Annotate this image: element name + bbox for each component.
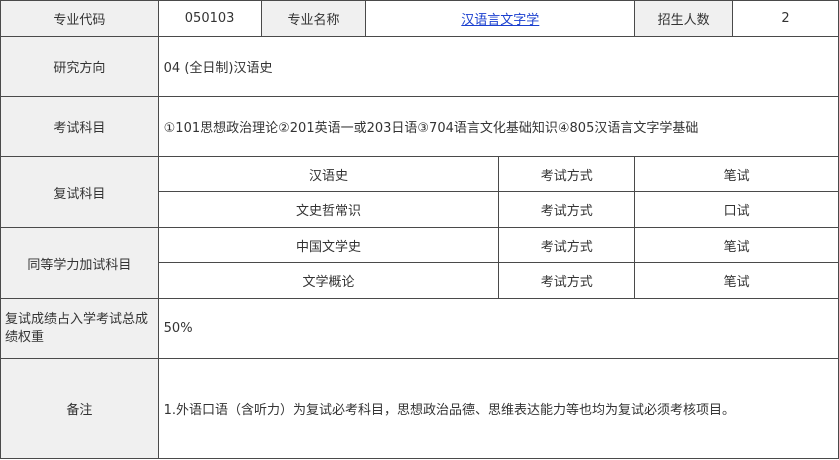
retest-subject: 文史哲常识	[157, 191, 500, 228]
major-name-label: 专业名称	[260, 0, 367, 37]
retest-weight-value: 50%	[157, 298, 839, 359]
extra-row: 同等学力加试科目 中国文学史 考试方式 笔试	[0, 227, 839, 299]
header-row: 专业代码 050103 专业名称 汉语言文字学 招生人数 2	[0, 0, 839, 37]
remarks-row: 备注 1.外语口语（含听力）为复试必考科目，思想政治品德、思维表达能力等也均为复…	[0, 358, 839, 459]
enrollment-value: 2	[732, 0, 839, 37]
retest-method: 口试	[634, 191, 839, 228]
extra-subject: 文学概论	[157, 262, 500, 299]
major-info-table: 专业代码 050103 专业名称 汉语言文字学 招生人数 2 研究方向 04 (…	[0, 0, 839, 459]
exam-subjects-value: ①101思想政治理论②201英语一或203日语③704语言文化基础知识④805汉…	[157, 96, 839, 157]
major-name-cell: 汉语言文字学	[365, 0, 636, 37]
research-row: 研究方向 04 (全日制)汉语史	[0, 36, 839, 97]
exam-subjects-label: 考试科目	[0, 96, 159, 157]
extra-method: 笔试	[634, 227, 839, 263]
remarks-value: 1.外语口语（含听力）为复试必考科目，思想政治品德、思维表达能力等也均为复试必须…	[157, 358, 839, 459]
retest-weight-label: 复试成绩占入学考试总成绩权重	[0, 298, 159, 359]
major-code-label: 专业代码	[0, 0, 159, 37]
major-code-value: 050103	[157, 0, 262, 37]
retest-method: 笔试	[634, 156, 839, 192]
research-direction-label: 研究方向	[0, 36, 159, 97]
remarks-label: 备注	[0, 358, 159, 459]
research-direction-value: 04 (全日制)汉语史	[157, 36, 839, 97]
retest-method-label: 考试方式	[498, 156, 636, 192]
extra-subject: 中国文学史	[157, 227, 500, 263]
extra-method: 笔试	[634, 262, 839, 299]
retest-row: 复试科目 汉语史 考试方式 笔试	[0, 156, 839, 228]
extra-method-label: 考试方式	[498, 262, 636, 299]
extra-subjects-label: 同等学力加试科目	[0, 227, 159, 299]
major-name-link[interactable]: 汉语言文字学	[461, 13, 539, 28]
retest-subjects-label: 复试科目	[0, 156, 159, 228]
retest-subject: 汉语史	[157, 156, 500, 192]
retest-method-label: 考试方式	[498, 191, 636, 228]
extra-method-label: 考试方式	[498, 227, 636, 263]
exam-subjects-row: 考试科目 ①101思想政治理论②201英语一或203日语③704语言文化基础知识…	[0, 96, 839, 157]
enrollment-label: 招生人数	[634, 0, 734, 37]
weight-row: 复试成绩占入学考试总成绩权重 50%	[0, 298, 839, 359]
